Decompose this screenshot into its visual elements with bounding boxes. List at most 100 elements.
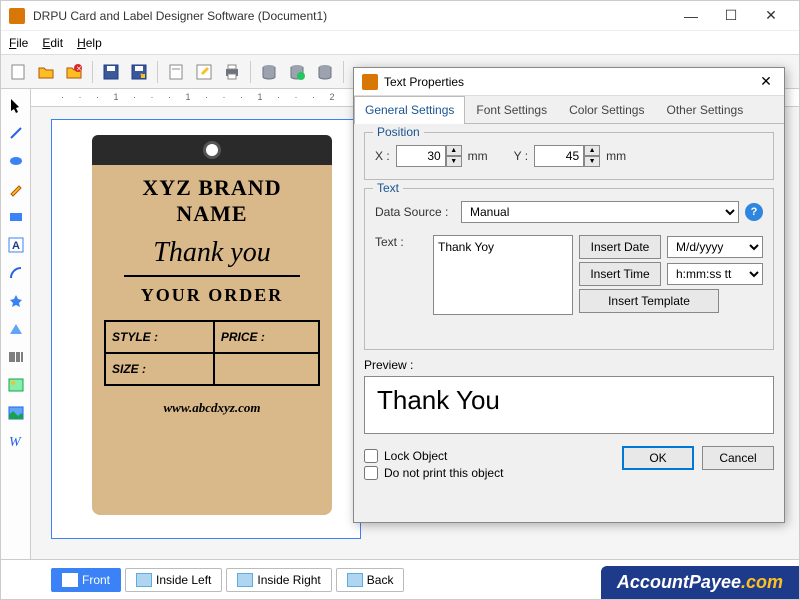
insert-time-button[interactable]: Insert Time [579, 262, 661, 286]
line-icon[interactable] [4, 121, 28, 145]
text-properties-dialog: Text Properties ✕ General Settings Font … [353, 67, 785, 523]
lock-object-checkbox[interactable] [364, 449, 378, 463]
svg-text:✕: ✕ [76, 66, 82, 73]
text-label: Text : [375, 235, 427, 249]
dialog-titlebar: Text Properties ✕ [354, 68, 784, 96]
menu-help[interactable]: Help [77, 36, 102, 50]
position-fieldset: Position X : ▲▼ mm Y : ▲▼ mm [364, 132, 774, 180]
y-input[interactable] [534, 145, 584, 167]
tab-inside-left[interactable]: Inside Left [125, 568, 222, 592]
wordart-icon[interactable]: W [4, 429, 28, 453]
window-title: DRPU Card and Label Designer Software (D… [33, 9, 671, 23]
time-format-select[interactable]: h:mm:ss tt [667, 263, 763, 285]
tools-sidebar: A W [1, 89, 31, 559]
x-up-icon[interactable]: ▲ [446, 145, 462, 156]
no-print-checkbox[interactable] [364, 466, 378, 480]
arc-icon[interactable] [4, 261, 28, 285]
text-textarea[interactable]: Thank Yoy [433, 235, 573, 315]
tab-back[interactable]: Back [336, 568, 405, 592]
y-up-icon[interactable]: ▲ [584, 145, 600, 156]
x-down-icon[interactable]: ▼ [446, 156, 462, 167]
tab-color-settings[interactable]: Color Settings [558, 96, 655, 123]
database-refresh-icon[interactable] [312, 59, 338, 85]
svg-text:A: A [12, 240, 20, 252]
insert-template-button[interactable]: Insert Template [579, 289, 719, 313]
watermark: AccountPayee.com [601, 566, 799, 599]
no-print-label: Do not print this object [384, 466, 503, 480]
rectangle-icon[interactable] [4, 205, 28, 229]
dialog-body: Position X : ▲▼ mm Y : ▲▼ mm Text D [354, 124, 784, 522]
database-icon[interactable] [256, 59, 282, 85]
pointer-icon[interactable] [4, 93, 28, 117]
tag-divider [124, 275, 300, 277]
tag-thank-text[interactable]: Thank you [104, 237, 320, 269]
barcode-icon[interactable] [4, 345, 28, 369]
edit-form-icon[interactable] [191, 59, 217, 85]
tag-design[interactable]: XYZ BRAND NAME Thank you YOUR ORDER STYL… [92, 135, 332, 515]
database-add-icon[interactable] [284, 59, 310, 85]
x-input[interactable] [396, 145, 446, 167]
tab-front[interactable]: Front [51, 568, 121, 592]
pencil-icon[interactable] [4, 177, 28, 201]
tab-inside-right[interactable]: Inside Right [226, 568, 331, 592]
date-format-select[interactable]: M/d/yyyy [667, 236, 763, 258]
close-doc-icon[interactable]: ✕ [61, 59, 87, 85]
insert-date-button[interactable]: Insert Date [579, 235, 661, 259]
tab-general-settings[interactable]: General Settings [354, 96, 465, 124]
text-legend: Text [373, 181, 403, 195]
tag-style-cell: STYLE : [105, 321, 214, 353]
ok-button[interactable]: OK [622, 446, 694, 470]
dialog-icon [362, 74, 378, 90]
tag-size-cell: SIZE : [105, 353, 214, 385]
tag-order-text[interactable]: YOUR ORDER [104, 285, 320, 306]
position-legend: Position [373, 125, 424, 139]
tag-empty-cell [214, 353, 319, 385]
dialog-close-icon[interactable]: ✕ [756, 72, 776, 92]
menubar: File Edit Help [1, 31, 799, 55]
tag-hole [203, 141, 221, 159]
dialog-tabs: General Settings Font Settings Color Set… [354, 96, 784, 124]
help-icon[interactable]: ? [745, 203, 763, 221]
data-source-label: Data Source : [375, 205, 455, 219]
star-icon[interactable] [4, 289, 28, 313]
open-icon[interactable] [33, 59, 59, 85]
print-icon[interactable] [219, 59, 245, 85]
cancel-button[interactable]: Cancel [702, 446, 774, 470]
app-icon [9, 8, 25, 24]
svg-text:W: W [9, 435, 22, 449]
y-down-icon[interactable]: ▼ [584, 156, 600, 167]
image-icon[interactable] [4, 373, 28, 397]
ellipse-icon[interactable] [4, 149, 28, 173]
x-label: X : [375, 149, 390, 163]
save-as-icon[interactable] [126, 59, 152, 85]
tag-table[interactable]: STYLE : PRICE : SIZE : [104, 320, 320, 386]
template-icon[interactable] [163, 59, 189, 85]
tab-other-settings[interactable]: Other Settings [655, 96, 754, 123]
tag-url-text[interactable]: www.abcdxyz.com [104, 400, 320, 416]
tag-price-cell: PRICE : [214, 321, 319, 353]
y-spinner[interactable]: ▲▼ [534, 145, 600, 167]
y-label: Y : [514, 149, 528, 163]
minimize-button[interactable]: — [671, 2, 711, 30]
tag-brand-text[interactable]: XYZ BRAND NAME [104, 175, 320, 227]
picture-icon[interactable] [4, 401, 28, 425]
close-button[interactable]: ✕ [751, 2, 791, 30]
maximize-button[interactable]: ☐ [711, 2, 751, 30]
triangle-icon[interactable] [4, 317, 28, 341]
text-icon[interactable]: A [4, 233, 28, 257]
data-source-select[interactable]: Manual [461, 201, 739, 223]
design-canvas[interactable]: XYZ BRAND NAME Thank you YOUR ORDER STYL… [51, 119, 361, 539]
menu-file[interactable]: File [9, 36, 28, 50]
save-icon[interactable] [98, 59, 124, 85]
lock-object-label: Lock Object [384, 449, 447, 463]
preview-label: Preview : [364, 358, 774, 372]
menu-edit[interactable]: Edit [42, 36, 63, 50]
dialog-title: Text Properties [384, 75, 756, 89]
tag-header [92, 135, 332, 165]
y-unit: mm [606, 149, 626, 163]
tab-font-settings[interactable]: Font Settings [465, 96, 558, 123]
text-fieldset: Text Data Source : Manual ? Text : Thank… [364, 188, 774, 350]
x-spinner[interactable]: ▲▼ [396, 145, 462, 167]
titlebar: DRPU Card and Label Designer Software (D… [1, 1, 799, 31]
new-icon[interactable] [5, 59, 31, 85]
